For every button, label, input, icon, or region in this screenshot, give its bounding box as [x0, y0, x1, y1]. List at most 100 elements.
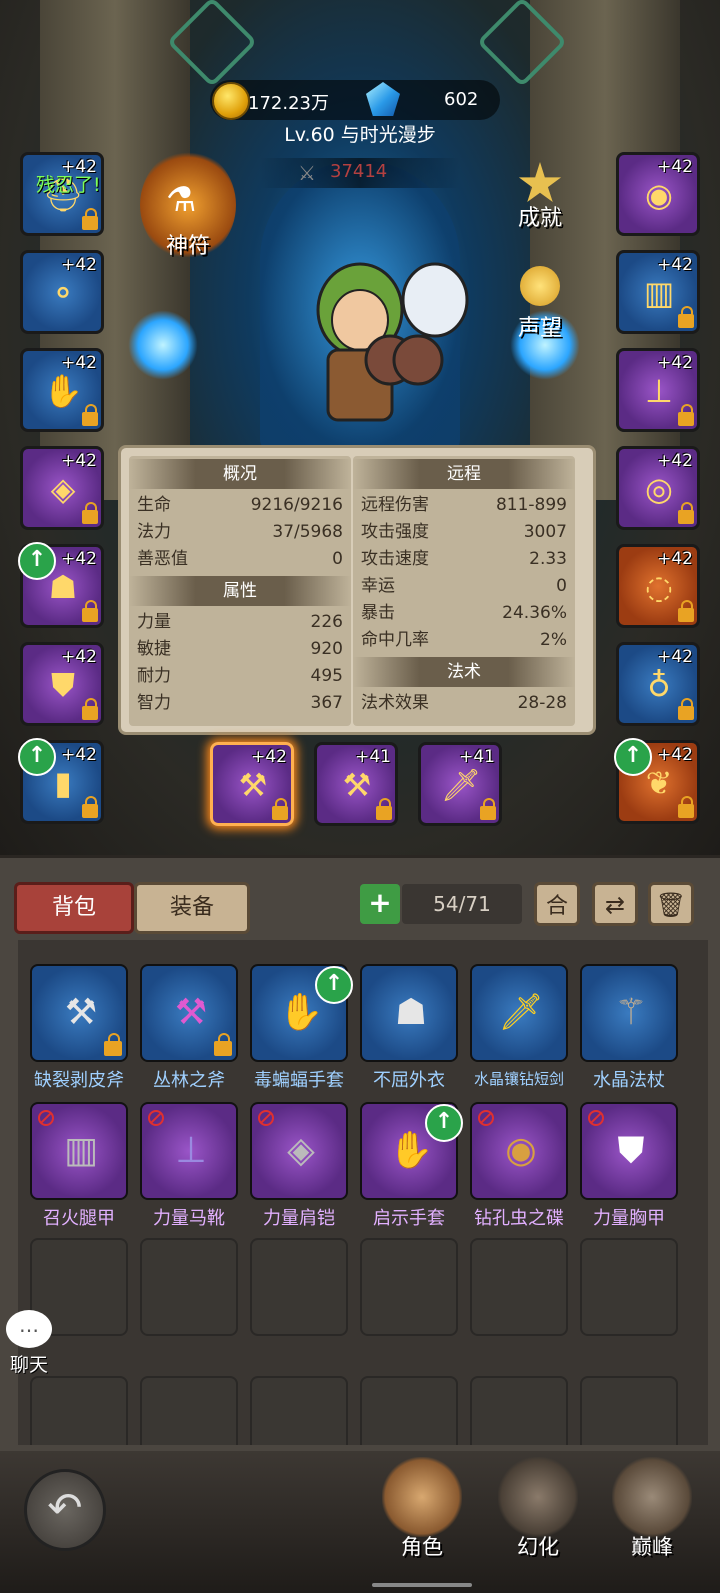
robe-icon: ☗ [394, 992, 428, 1033]
stat-row: 攻击强度 3007 [361, 522, 567, 542]
spell-header: 法术 [353, 657, 575, 687]
upgrade-arrow-icon: ↑ [18, 542, 56, 580]
ring-icon: ◎ [645, 470, 673, 508]
tab-equipment[interactable]: 装备 [134, 882, 250, 934]
lock-icon [214, 1033, 232, 1056]
empty-slot[interactable] [30, 1376, 128, 1445]
item-name: 缺裂剥皮斧 [34, 1070, 124, 1091]
upgrade-arrow-icon: ↑ [18, 738, 56, 776]
item-name: 启示手套 [373, 1208, 445, 1229]
inventory-item[interactable]: 🗡 [470, 964, 568, 1062]
stat-row: 法术效果 28-28 [361, 693, 567, 713]
back-arrow-icon[interactable]: ↶ [24, 1469, 106, 1551]
dagger-icon: 🗡 [440, 766, 482, 804]
stat-row: 敏捷 920 [137, 639, 343, 659]
upgrade-arrow-icon: ↑ [315, 966, 353, 1004]
bottom-navigation: ↶ 角色 幻化 巅峰 [0, 1451, 720, 1593]
no-use-icon [258, 1110, 274, 1126]
equip-slot-trinket-1[interactable]: ◌ +42 [616, 544, 700, 628]
no-use-icon [148, 1110, 164, 1126]
lock-icon [82, 502, 98, 524]
stats-right-column[interactable]: 远程 远程伤害 811-899 攻击强度 3007 攻击速度 2.33 幸运 0 暴击 2… [353, 456, 575, 726]
chat-label: 聊天 [9, 1354, 48, 1376]
merge-button[interactable]: 合 [534, 882, 580, 926]
item-name: 召火腿甲 [43, 1208, 115, 1229]
empty-slot[interactable] [360, 1238, 458, 1336]
inventory-item[interactable]: ⊥ [140, 1102, 238, 1200]
equip-slot-shoulder[interactable]: ◈ +42 [20, 446, 104, 530]
inventory-item[interactable]: ⚒ [30, 964, 128, 1062]
hero-character[interactable] [270, 240, 490, 440]
chat-bubble-text: 残忍了! [36, 174, 101, 196]
empty-slot[interactable] [360, 1376, 458, 1445]
inventory-item[interactable]: ⚚ [580, 964, 678, 1062]
empty-slot[interactable] [140, 1238, 238, 1336]
empty-slot[interactable] [580, 1376, 678, 1445]
pauldron-icon: ◈ [287, 1130, 315, 1171]
lock-icon [82, 208, 98, 230]
reputation-button[interactable]: 声望 [508, 262, 572, 341]
gold-amount: 172.23万 [248, 93, 329, 114]
weapon-slot-ranged[interactable]: 🗡 +41 [418, 742, 502, 826]
equip-slot-chest[interactable]: ⛊ +42 [20, 642, 104, 726]
equip-slot-hands[interactable]: ✋ +42 [20, 348, 104, 432]
gold-coin-icon [212, 82, 250, 120]
weapon-slot-off[interactable]: ⚒ +41 [314, 742, 398, 826]
empty-slot[interactable] [470, 1376, 568, 1445]
blue-flame-left [128, 310, 198, 380]
boots-icon: ⊥ [645, 372, 673, 410]
staff-icon: ⚚ [614, 992, 648, 1033]
rune-label: 神符 [165, 234, 210, 259]
inventory-item[interactable]: ⚒ [140, 964, 238, 1062]
lock-icon [82, 600, 98, 622]
empty-slot[interactable] [250, 1376, 348, 1445]
stat-row: 生命 9216/9216 [137, 495, 343, 515]
equip-slot-legs[interactable]: ▥ +42 [616, 250, 700, 334]
nav-active-indicator [372, 1583, 472, 1587]
inventory-item[interactable]: ◉ [470, 1102, 568, 1200]
item-name: 力量马靴 [153, 1208, 225, 1229]
axe-icon: ⚒ [64, 992, 98, 1033]
stat-row: 远程伤害 811-899 [361, 495, 567, 515]
empty-slot[interactable] [470, 1238, 568, 1336]
no-use-icon [478, 1110, 494, 1126]
empty-slot[interactable] [250, 1238, 348, 1336]
gauntlet-icon: ✋ [43, 372, 83, 410]
bag-capacity: 54/71 [402, 884, 522, 924]
equip-slot-ring-2[interactable]: ◎ +42 [616, 446, 700, 530]
achievement-label: 成就 [517, 206, 562, 231]
helmet-icon [382, 1457, 462, 1537]
lock-icon [82, 698, 98, 720]
tab-bag[interactable]: 背包 [14, 882, 134, 934]
lock-icon [678, 600, 694, 622]
equip-slot-feet[interactable]: ⊥ +42 [616, 348, 700, 432]
empty-slot[interactable] [580, 1238, 678, 1336]
equip-slot-neck[interactable]: ⚬ +42 [20, 250, 104, 334]
inventory-item[interactable]: ◈ [250, 1102, 348, 1200]
item-name: 钻孔虫之碟 [474, 1208, 564, 1229]
stat-row: 耐力 495 [137, 666, 343, 686]
weapon-slot-main[interactable]: ⚒ +42 [210, 742, 294, 826]
stats-left-column[interactable]: 概况 生命 9216/9216 法力 37/5968 善恶值 0 属性 力量 226 敏… [129, 456, 351, 726]
inventory-grid[interactable]: ⚒ ⚒ ✋ ↑ ☗ 🗡 ⚚ 缺裂剥皮斧 丛林之斧 毒蝙蝠手套 不屈外衣 水晶镶钻… [18, 940, 708, 1445]
inventory-item[interactable]: ⛊ [580, 1102, 678, 1200]
necklace-icon: ⚬ [49, 274, 77, 312]
axe-icon: ⚒ [238, 766, 268, 804]
chat-button[interactable]: … 聊天 [4, 1310, 54, 1380]
stat-row: 智力 367 [137, 693, 343, 713]
diamond-amount: 602 [444, 89, 479, 110]
inventory-item[interactable]: ☗ [360, 964, 458, 1062]
empty-slot[interactable] [140, 1376, 238, 1445]
ranged-header: 远程 [353, 459, 575, 489]
trash-icon[interactable]: 🗑 [648, 882, 694, 926]
achievement-button[interactable]: 成就 [508, 160, 572, 231]
equip-slot-ring-1[interactable]: ◉ +42 [616, 152, 700, 236]
inventory-item[interactable]: ▥ [30, 1102, 128, 1200]
fist-icon [520, 266, 560, 306]
rune-button[interactable]: ⚗ 神符 [140, 150, 236, 260]
equip-slot-trinket-2[interactable]: ♁ +42 [616, 642, 700, 726]
expand-bag-button[interactable]: + [360, 884, 400, 924]
ring-icon: ◉ [645, 176, 673, 214]
sort-refresh-icon[interactable]: ⇄ [592, 882, 638, 926]
item-name: 力量肩铠 [263, 1208, 335, 1229]
